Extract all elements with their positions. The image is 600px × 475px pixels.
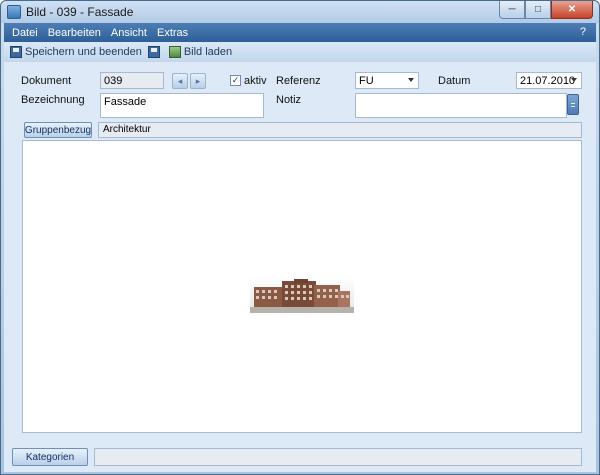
content-pane: Dokument 039 ◂ ▸ ✓ aktiv Referenz FU Dat… bbox=[4, 62, 596, 444]
notiz-expand-button[interactable] bbox=[567, 94, 579, 115]
next-document-button[interactable]: ▸ bbox=[190, 73, 206, 89]
title-bar[interactable]: Bild - 039 - Fassade ─ □ ✕ bbox=[1, 1, 599, 23]
notiz-label: Notiz bbox=[276, 94, 302, 106]
menu-help[interactable]: ? bbox=[580, 26, 586, 38]
toolbar: Speichern und beenden Bild laden bbox=[4, 42, 596, 62]
save-button[interactable] bbox=[147, 46, 163, 58]
previous-document-button[interactable]: ◂ bbox=[172, 73, 188, 89]
datum-label: Datum bbox=[438, 75, 471, 87]
load-image-label: Bild laden bbox=[183, 46, 233, 58]
image-preview[interactable] bbox=[22, 140, 582, 433]
image-load-icon bbox=[168, 46, 181, 58]
close-button[interactable]: ✕ bbox=[551, 1, 593, 19]
dokument-field[interactable]: 039 bbox=[100, 72, 164, 89]
window-controls: ─ □ ✕ bbox=[499, 1, 593, 19]
save-close-label: Speichern und beenden bbox=[25, 46, 142, 58]
bezeichnung-label: Bezeichnung bbox=[21, 94, 85, 106]
floppy-disk-icon bbox=[10, 46, 22, 58]
window-title: Bild - 039 - Fassade bbox=[26, 5, 134, 19]
datum-picker[interactable]: 21.07.2010 bbox=[516, 72, 582, 89]
referenz-label: Referenz bbox=[276, 75, 321, 87]
bezeichnung-field[interactable]: Fassade bbox=[100, 93, 264, 118]
datum-value: 21.07.2010 bbox=[520, 75, 576, 87]
menu-bearbeiten[interactable]: Bearbeiten bbox=[48, 27, 101, 39]
maximize-button[interactable]: □ bbox=[525, 1, 551, 19]
referenz-combo[interactable]: FU bbox=[355, 72, 419, 89]
chevron-down-icon bbox=[408, 78, 414, 82]
menu-bar: Datei Bearbeiten Ansicht Extras ? bbox=[4, 23, 596, 42]
kategorien-field[interactable] bbox=[94, 448, 582, 466]
menu-datei[interactable]: Datei bbox=[12, 27, 38, 39]
save-icon bbox=[147, 46, 160, 58]
dokument-label: Dokument bbox=[21, 75, 72, 87]
referenz-value: FU bbox=[359, 75, 374, 87]
app-icon bbox=[7, 5, 21, 19]
gruppenbezug-button[interactable]: Gruppenbezug bbox=[24, 122, 92, 138]
menu-extras[interactable]: Extras bbox=[157, 27, 188, 39]
gruppenbezug-field[interactable]: Architektur bbox=[98, 122, 582, 138]
save-close-button[interactable]: Speichern und beenden bbox=[10, 46, 142, 58]
minimize-button[interactable]: ─ bbox=[499, 1, 525, 19]
kategorien-button[interactable]: Kategorien bbox=[12, 448, 88, 466]
application-window: Bild - 039 - Fassade ─ □ ✕ Datei Bearbei… bbox=[0, 0, 600, 475]
aktiv-checkbox[interactable]: ✓ bbox=[230, 75, 241, 86]
bottom-bar: Kategorien bbox=[4, 444, 596, 472]
menu-ansicht[interactable]: Ansicht bbox=[111, 27, 147, 39]
chevron-down-icon bbox=[571, 78, 577, 82]
notiz-field[interactable] bbox=[355, 93, 567, 118]
load-image-button[interactable]: Bild laden bbox=[168, 46, 233, 58]
building-image bbox=[250, 277, 354, 313]
aktiv-label: aktiv bbox=[244, 75, 267, 87]
